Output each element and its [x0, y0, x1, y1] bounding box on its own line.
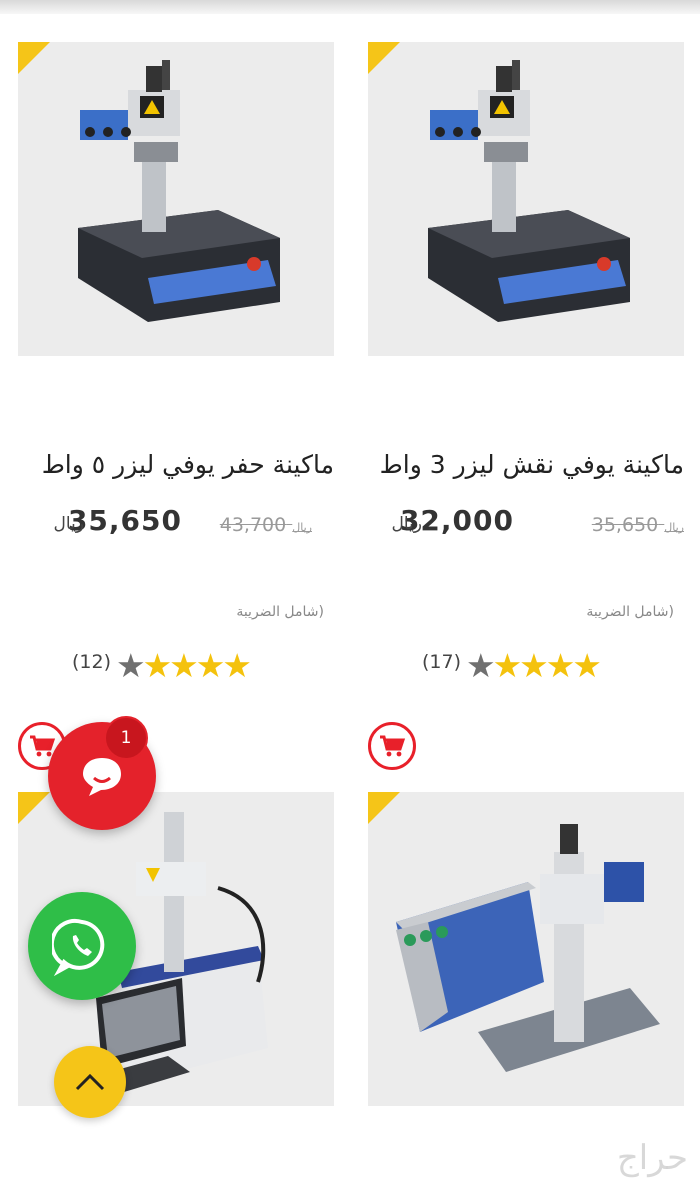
cart-icon — [380, 735, 406, 757]
product-card[interactable]: ماكينة حفر يوفي ليزر ٥ واط ريال 43,700 3… — [18, 42, 334, 770]
promo-corner-badge — [368, 792, 400, 824]
product-image[interactable] — [18, 42, 334, 356]
old-price: ريال 35,650 — [591, 514, 684, 536]
whatsapp-icon — [52, 918, 105, 976]
header-shadow — [0, 0, 700, 14]
add-to-cart-button[interactable] — [368, 722, 416, 770]
chevron-up-icon — [75, 1073, 105, 1091]
new-price: 35,650 — [67, 504, 182, 537]
product-card[interactable]: ماكينة يوفي نقش ليزر 3 واط ريال 35,650 3… — [368, 42, 684, 770]
promo-corner-badge — [18, 792, 50, 824]
review-count: (17) — [422, 651, 462, 673]
price-row: ريال 43,700 35,650 ريال — [18, 504, 334, 544]
promo-corner-badge — [368, 42, 400, 74]
product-title[interactable]: ماكينة حفر يوفي ليزر ٥ واط — [18, 450, 334, 479]
tax-note: (شامل الضريبة — [586, 604, 674, 620]
chat-bubble-icon — [83, 758, 121, 796]
currency-label: ريال — [391, 514, 422, 534]
laser-machine-image — [428, 60, 630, 322]
product-image[interactable] — [368, 792, 684, 1106]
haraj-watermark: حراج — [616, 1138, 688, 1178]
scroll-to-top-button[interactable] — [54, 1046, 126, 1118]
stars: ★★★★★ — [116, 646, 252, 686]
product-title[interactable]: ماكينة يوفي نقش ليزر 3 واط — [368, 450, 684, 479]
whatsapp-button[interactable] — [28, 892, 136, 1000]
stars: ★★★★★ — [466, 646, 602, 686]
star-icon: ★★★★ — [492, 646, 602, 685]
laser-machine-image — [78, 60, 280, 322]
star-half-icon: ★ — [466, 646, 496, 685]
notification-badge: 1 — [104, 716, 148, 760]
product-image[interactable] — [368, 42, 684, 356]
star-half-icon: ★ — [116, 646, 146, 685]
currency-label: ريال — [53, 514, 84, 534]
promo-corner-badge — [18, 42, 50, 74]
tax-note: (شامل الضريبة — [236, 604, 324, 620]
old-price: ريال 43,700 — [219, 514, 312, 536]
star-icon: ★★★★ — [142, 646, 252, 685]
price-row: ريال 35,650 32,000 ريال — [368, 504, 684, 544]
review-count: (12) — [72, 651, 112, 673]
fiber-laser-image — [396, 824, 660, 1072]
